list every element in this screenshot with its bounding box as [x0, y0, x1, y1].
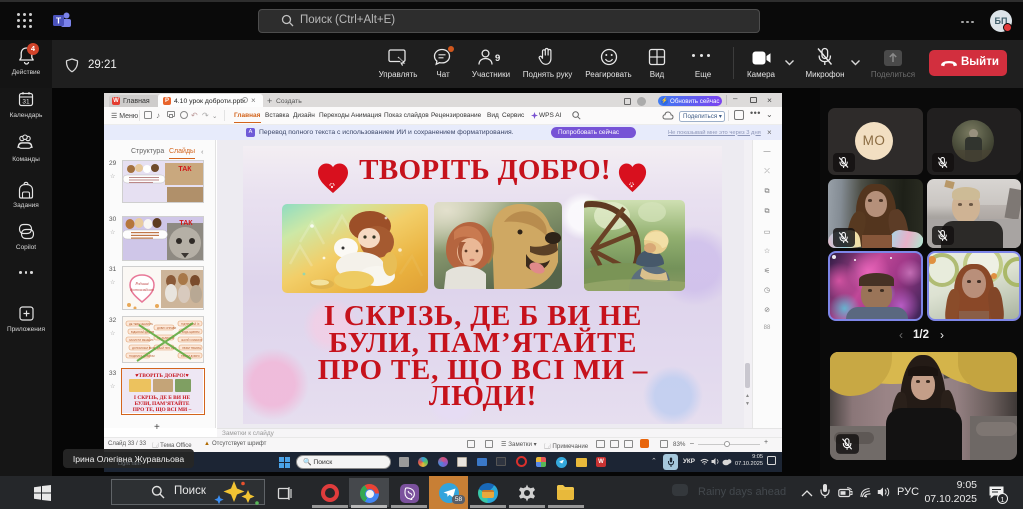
svg-text:БУДЬ ЩИРИМ: БУДЬ ЩИРИМ	[182, 330, 199, 334]
svg-text:БУЛИ, ПАМ’ЯТАЙТЕ: БУЛИ, ПАМ’ЯТАЙТЕ	[135, 399, 190, 407]
svg-text:♥ТВОРІТЬ ДОБРО!♥: ♥ТВОРІТЬ ДОБРО!♥	[135, 373, 188, 379]
svg-text:ПРО ТЕ, ЩО ВСІ МИ –: ПРО ТЕ, ЩО ВСІ МИ –	[133, 407, 192, 413]
svg-text:T: T	[56, 16, 62, 26]
svg-text:ЖАЛІЙ СЛАБКИХ: ЖАЛІЙ СЛАБКИХ	[181, 338, 202, 342]
svg-text:ЗАХИСТИ МЕНШИХ: ЗАХИСТИ МЕНШИХ	[129, 338, 154, 342]
svg-text:31: 31	[22, 99, 30, 106]
svg-text:ЛЮБИ ТВАРИН: ЛЮБИ ТВАРИН	[182, 346, 201, 350]
svg-text:ТАК: ТАК	[179, 220, 193, 227]
svg-text:Родинні: Родинні	[134, 281, 148, 286]
svg-text:ТАК: ТАК	[178, 166, 192, 173]
svg-text:ДОПОМОЖИ ВСІМ: ДОПОМОЖИ ВСІМ	[132, 346, 155, 350]
svg-text:фотоальбоми: фотоальбоми	[130, 287, 154, 292]
svg-text:ДОБРІ СПРАВИ: ДОБРІ СПРАВИ	[157, 326, 176, 330]
